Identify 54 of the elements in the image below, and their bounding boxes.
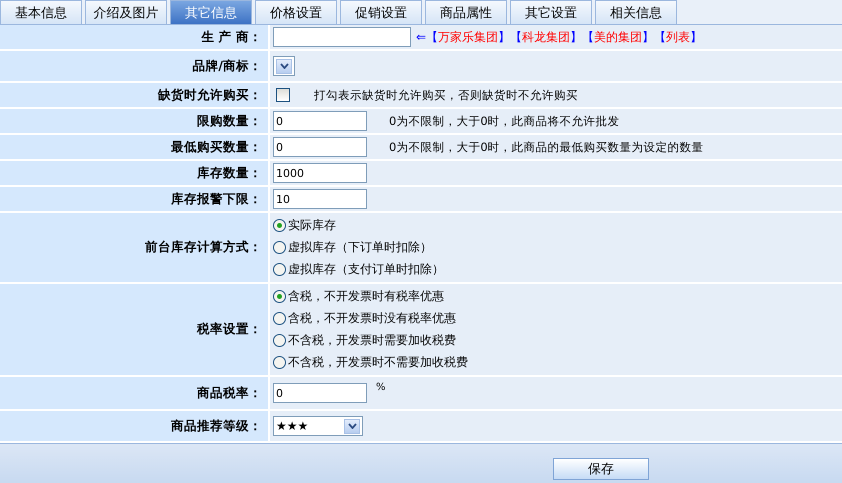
radio-button[interactable] bbox=[273, 356, 286, 369]
field-label: 税率设置： bbox=[0, 284, 268, 375]
field-label: 库存报警下限： bbox=[0, 187, 268, 211]
tab[interactable]: 商品属性 bbox=[425, 0, 507, 24]
field-label: 商品推荐等级： bbox=[0, 411, 268, 441]
dropdown[interactable] bbox=[273, 56, 295, 76]
radio-button[interactable] bbox=[273, 290, 286, 303]
radio-label: 实际库存 bbox=[288, 217, 336, 234]
tab[interactable]: 介绍及图片 bbox=[85, 0, 167, 24]
radio-label: 不含税，开发票时不需要加收税费 bbox=[288, 354, 468, 371]
number-field[interactable]: 10 bbox=[273, 189, 367, 209]
hint-text: 0为不限制，大于0时，此商品将不允许批发 bbox=[389, 114, 620, 128]
save-button[interactable]: 保存 bbox=[553, 458, 649, 480]
manufacturer-link[interactable]: 【科龙集团】 bbox=[510, 30, 582, 44]
field-label: 最低购买数量： bbox=[0, 135, 268, 159]
field-label: 生 产 商： bbox=[0, 25, 268, 49]
hint-text: 打勾表示缺货时允许购买，否则缺货时不允许购买 bbox=[314, 88, 578, 102]
radio-label: 虚拟库存（支付订单时扣除） bbox=[288, 261, 444, 278]
field-label: 前台库存计算方式： bbox=[0, 213, 268, 282]
field-label: 限购数量： bbox=[0, 109, 268, 133]
tab[interactable]: 其它信息 bbox=[170, 0, 252, 24]
number-field[interactable]: 0 bbox=[273, 137, 367, 157]
radio-label: 不含税，开发票时需要加收税费 bbox=[288, 332, 456, 349]
radio-button[interactable] bbox=[273, 334, 286, 347]
radio-label: 含税，不开发票时有税率优惠 bbox=[288, 288, 444, 305]
dropdown[interactable]: ★★★ bbox=[273, 416, 363, 436]
manufacturer-link[interactable]: 【万家乐集团】 bbox=[426, 30, 510, 44]
number-field[interactable]: 0 bbox=[273, 383, 367, 403]
tab[interactable]: 基本信息 bbox=[0, 0, 82, 24]
field-label: 缺货时允许购买： bbox=[0, 83, 268, 107]
radio-button[interactable] bbox=[273, 312, 286, 325]
manufacturer-link[interactable]: 【美的集团】 bbox=[582, 30, 654, 44]
hint-text: 0为不限制，大于0时，此商品的最低购买数量为设定的数量 bbox=[389, 140, 704, 154]
tab[interactable]: 价格设置 bbox=[255, 0, 337, 24]
checkbox[interactable] bbox=[276, 88, 290, 102]
radio-button[interactable] bbox=[273, 263, 286, 276]
manufacturer-link[interactable]: 【列表】 bbox=[654, 30, 702, 44]
tab[interactable]: 相关信息 bbox=[595, 0, 677, 24]
radio-button[interactable] bbox=[273, 219, 286, 232]
radio-button[interactable] bbox=[273, 241, 286, 254]
caret-icon bbox=[280, 63, 288, 69]
hint-text: % bbox=[376, 382, 386, 393]
field-label: 库存数量： bbox=[0, 161, 268, 185]
manufacturer-field[interactable] bbox=[273, 27, 411, 47]
caret-icon bbox=[348, 423, 356, 429]
number-field[interactable]: 0 bbox=[273, 111, 367, 131]
field-label: 商品税率： bbox=[0, 377, 268, 409]
tab[interactable]: 其它设置 bbox=[510, 0, 592, 24]
radio-label: 虚拟库存（下订单时扣除） bbox=[288, 239, 432, 256]
radio-label: 含税，不开发票时没有税率优惠 bbox=[288, 310, 456, 327]
field-label: 品牌/商标： bbox=[0, 51, 268, 81]
arrow-icon: ⇐ bbox=[416, 30, 426, 44]
tab[interactable]: 促销设置 bbox=[340, 0, 422, 24]
number-field[interactable]: 1000 bbox=[273, 163, 367, 183]
